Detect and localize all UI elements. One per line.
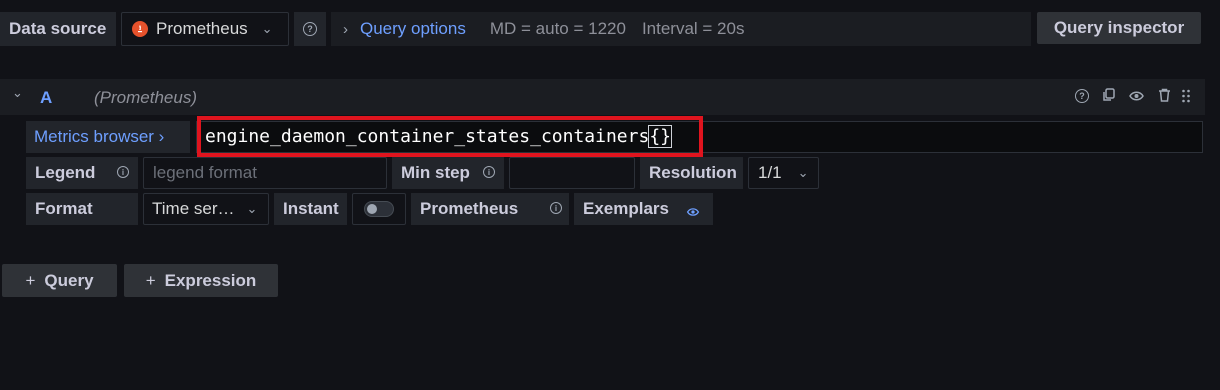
instant-label-text: Instant bbox=[283, 199, 339, 218]
query-inspector-label: Query inspector bbox=[1053, 18, 1185, 37]
max-data-points-info: MD = auto = 1220 bbox=[489, 19, 626, 38]
query-ref-id[interactable]: A bbox=[40, 88, 52, 108]
legend-info-icon[interactable]: i bbox=[117, 166, 129, 178]
metrics-browser-label: Metrics browser › bbox=[34, 127, 165, 146]
legend-placeholder: legend format bbox=[153, 163, 257, 182]
data-source-select[interactable]: Prometheus ⌄ bbox=[121, 12, 289, 46]
chevron-down-icon: ⌄ bbox=[246, 201, 258, 216]
query-row-header: ⌄ A (Prometheus) ? bbox=[0, 79, 1205, 115]
exemplars-label: Exemplars bbox=[574, 193, 713, 225]
legend-input[interactable]: legend format bbox=[143, 157, 387, 189]
resolution-value: 1/1 bbox=[758, 163, 782, 182]
format-value: Time ser… bbox=[152, 199, 235, 218]
data-source-value: Prometheus bbox=[156, 19, 248, 38]
plus-icon: + bbox=[25, 270, 36, 290]
legend-label: Legend i bbox=[26, 157, 138, 189]
toggle-knob bbox=[367, 204, 377, 214]
metrics-browser-button[interactable]: Metrics browser › bbox=[26, 121, 190, 153]
min-step-info-icon[interactable]: i bbox=[483, 166, 495, 178]
chevron-down-icon: ⌄ bbox=[797, 165, 809, 180]
data-source-label-text: Data source bbox=[9, 19, 107, 38]
prometheus-type-label-text: Prometheus bbox=[420, 199, 519, 218]
query-expression-text[interactable]: engine_daemon_container_states_container… bbox=[205, 125, 673, 148]
exemplars-eye-icon[interactable] bbox=[686, 202, 700, 222]
add-query-label: Query bbox=[44, 270, 94, 290]
resolution-label: Resolution bbox=[640, 157, 743, 189]
question-circle-icon: ? bbox=[303, 22, 317, 36]
exemplars-label-text: Exemplars bbox=[583, 199, 669, 218]
min-step-label: Min step i bbox=[392, 157, 504, 189]
format-select[interactable]: Time ser… ⌄ bbox=[143, 193, 269, 225]
min-step-input[interactable] bbox=[509, 157, 635, 189]
format-label-text: Format bbox=[35, 199, 93, 218]
min-step-label-text: Min step bbox=[401, 163, 470, 182]
format-label: Format bbox=[26, 193, 138, 225]
query-datasource-name: (Prometheus) bbox=[94, 88, 197, 107]
resolution-label-text: Resolution bbox=[649, 163, 737, 182]
help-icon[interactable]: ? bbox=[1075, 89, 1089, 103]
chevron-down-icon: ⌄ bbox=[261, 21, 273, 36]
data-source-label: Data source bbox=[0, 12, 116, 46]
instant-toggle[interactable] bbox=[364, 201, 394, 217]
interval-info: Interval = 20s bbox=[641, 19, 745, 38]
chevron-right-icon: › bbox=[343, 20, 348, 38]
instant-label: Instant bbox=[274, 193, 347, 225]
add-expression-button[interactable]: + Expression bbox=[124, 264, 278, 297]
prometheus-info-icon[interactable]: i bbox=[550, 202, 562, 214]
expression-braces: {} bbox=[648, 125, 673, 148]
add-query-button[interactable]: + Query bbox=[2, 264, 117, 297]
resolution-select[interactable]: 1/1 ⌄ bbox=[748, 157, 819, 189]
data-source-help-button[interactable]: ? bbox=[294, 12, 326, 46]
duplicate-icon[interactable] bbox=[1102, 88, 1116, 107]
prometheus-type-label: Prometheus i bbox=[411, 193, 569, 225]
trash-icon[interactable] bbox=[1158, 88, 1171, 107]
query-inspector-button[interactable]: Query inspector bbox=[1037, 12, 1201, 44]
prometheus-logo-icon bbox=[132, 21, 148, 37]
drag-handle-icon[interactable] bbox=[1181, 89, 1191, 108]
instant-toggle-container[interactable] bbox=[352, 193, 406, 225]
add-expression-label: Expression bbox=[164, 270, 257, 290]
query-options-bar[interactable]: › Query options MD = auto = 1220 Interva… bbox=[331, 12, 1031, 46]
legend-label-text: Legend bbox=[35, 163, 96, 182]
plus-icon: + bbox=[145, 270, 156, 290]
collapse-chevron-icon[interactable]: ⌄ bbox=[12, 85, 23, 101]
query-options-toggle[interactable]: Query options bbox=[360, 19, 466, 39]
expression-metric-name: engine_daemon_container_states_container… bbox=[205, 126, 650, 147]
eye-icon[interactable] bbox=[1129, 89, 1144, 107]
